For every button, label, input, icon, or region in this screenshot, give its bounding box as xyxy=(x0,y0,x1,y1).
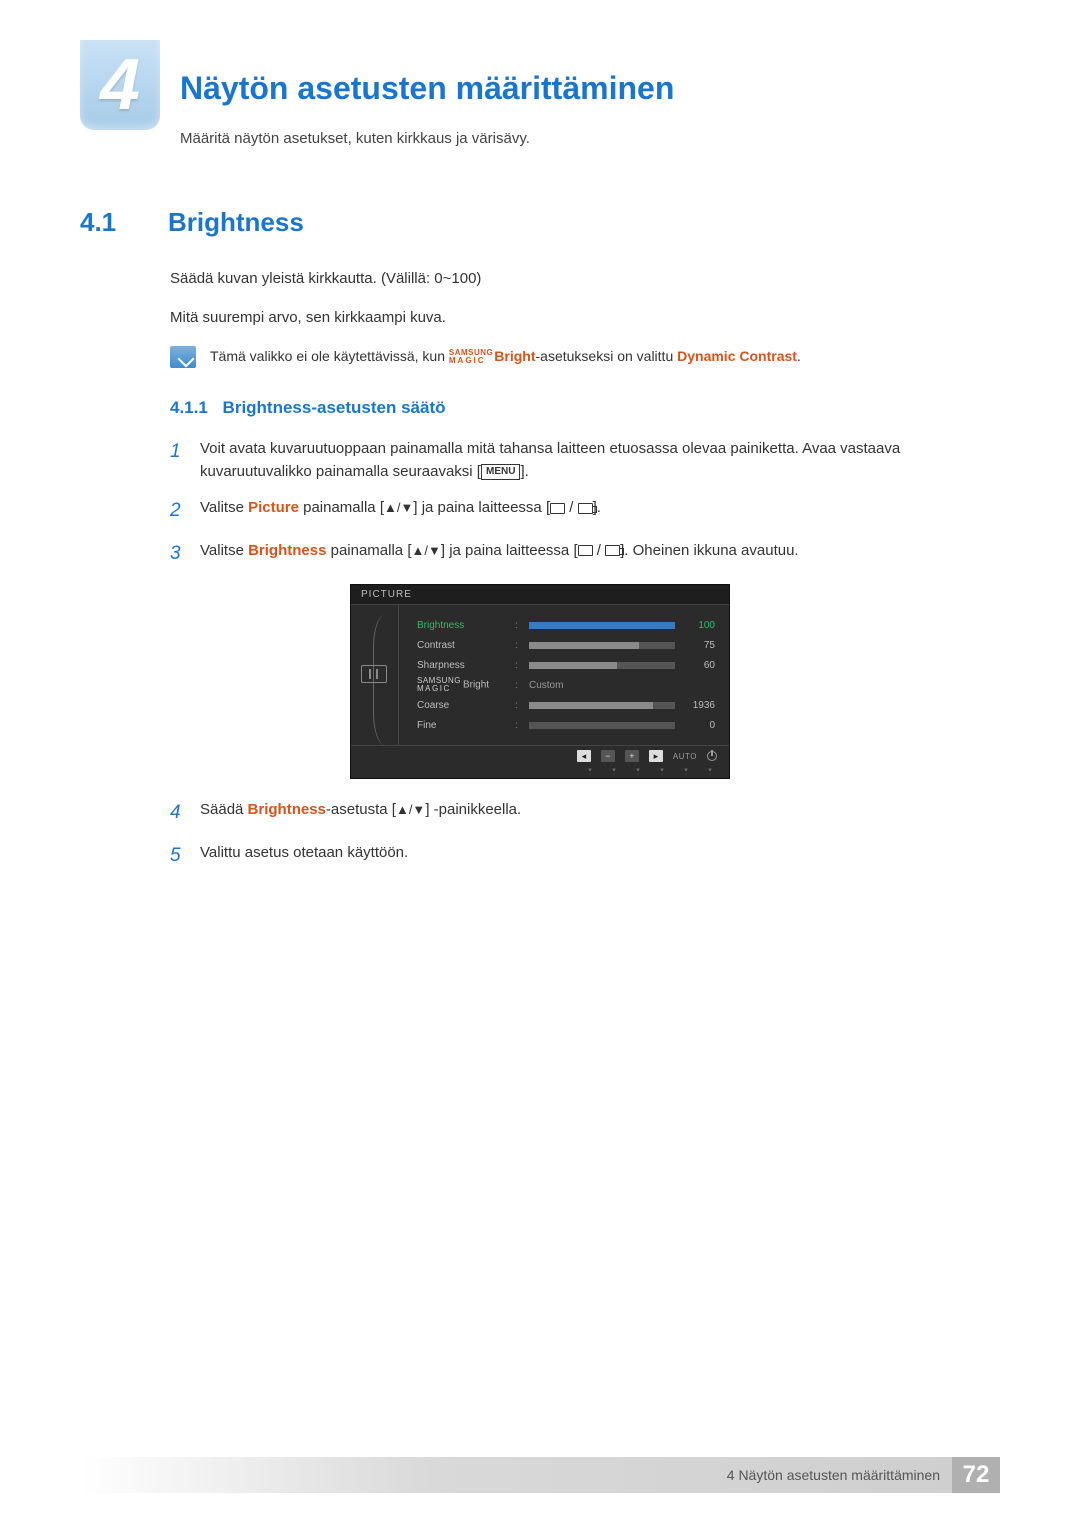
osd-row-coarse: Coarse : 1936 xyxy=(417,695,715,715)
subsection-number: 4.1.1 xyxy=(170,398,208,417)
footer-title: 4 Näytön asetusten määrittäminen xyxy=(80,1457,952,1493)
screen-wide-icon xyxy=(578,503,593,514)
osd-row-contrast: Contrast : 75 xyxy=(417,635,715,655)
osd-auto-label: AUTO xyxy=(673,752,697,761)
note-text: Tämä valikko ei ole käytettävissä, kun S… xyxy=(210,346,801,367)
screen-icon xyxy=(578,545,593,556)
footer-page-number: 72 xyxy=(952,1457,1000,1493)
step-2: 2 Valitse Picture painamalla [▲/▼] ja pa… xyxy=(170,497,1000,526)
chapter-title: Näytön asetusten määrittäminen xyxy=(180,70,674,107)
up-down-arrow-icon: ▲/▼ xyxy=(384,500,413,515)
note: Tämä valikko ei ole käytettävissä, kun S… xyxy=(170,346,1000,368)
menu-button-glyph: MENU xyxy=(481,464,520,480)
chapter-number: 4 xyxy=(100,44,140,126)
section-heading: 4.1 Brightness xyxy=(80,207,1000,238)
osd-header: PICTURE xyxy=(351,585,729,605)
page-footer: 4 Näytön asetusten määrittäminen 72 xyxy=(80,1457,1000,1493)
steps-list-continued: 4 Säädä Brightness-asetusta [▲/▼] -paini… xyxy=(170,799,1000,870)
section-intro-2: Mitä suurempi arvo, sen kirkkaampi kuva. xyxy=(170,307,1000,328)
section-number: 4.1 xyxy=(80,207,140,238)
screen-icon xyxy=(550,503,565,514)
osd-screenshot: PICTURE Brightness : 100 Contrast : xyxy=(350,584,730,779)
step-5: 5 Valittu asetus otetaan käyttöön. xyxy=(170,842,1000,871)
osd-btn-right-icon: ▸ xyxy=(649,750,663,762)
chapter-number-badge: 4 xyxy=(80,40,160,130)
osd-power-icon xyxy=(707,751,717,761)
screen-wide-icon xyxy=(605,545,620,556)
up-down-arrow-icon: ▲/▼ xyxy=(396,802,425,817)
osd-btn-minus-icon: − xyxy=(601,750,615,762)
subsection-heading: 4.1.1 Brightness-asetusten säätö xyxy=(170,398,1000,418)
section-title: Brightness xyxy=(168,207,304,238)
chapter-description: Määritä näytön asetukset, kuten kirkkaus… xyxy=(180,130,1000,147)
osd-rows: Brightness : 100 Contrast : 75 Sharpness… xyxy=(399,605,729,745)
subsection-title: Brightness-asetusten säätö xyxy=(223,398,446,417)
osd-row-brightness: Brightness : 100 xyxy=(417,615,715,635)
osd-row-magic-bright: SAMSUNGMAGICBright : Custom xyxy=(417,675,715,695)
steps-list: 1 Voit avata kuvaruutuoppaan painamalla … xyxy=(170,438,1000,568)
step-4: 4 Säädä Brightness-asetusta [▲/▼] -paini… xyxy=(170,799,1000,828)
osd-row-fine: Fine : 0 xyxy=(417,715,715,735)
section-intro-1: Säädä kuvan yleistä kirkkautta. (Välillä… xyxy=(170,268,1000,289)
osd-picture-category-icon xyxy=(361,665,387,683)
osd-sidebar xyxy=(351,605,399,745)
osd-footer: ◂ − + ▸ AUTO xyxy=(351,745,729,766)
osd-btn-plus-icon: + xyxy=(625,750,639,762)
up-down-arrow-icon: ▲/▼ xyxy=(412,543,441,558)
osd-btn-left-icon: ◂ xyxy=(577,750,591,762)
chapter-header: 4 Näytön asetusten määrittäminen xyxy=(80,40,1000,130)
samsung-magic-label: SAMSUNGMAGIC xyxy=(449,349,493,365)
step-1: 1 Voit avata kuvaruutuoppaan painamalla … xyxy=(170,438,1000,483)
osd-row-sharpness: Sharpness : 60 xyxy=(417,655,715,675)
note-icon xyxy=(170,346,196,368)
step-3: 3 Valitse Brightness painamalla [▲/▼] ja… xyxy=(170,540,1000,569)
